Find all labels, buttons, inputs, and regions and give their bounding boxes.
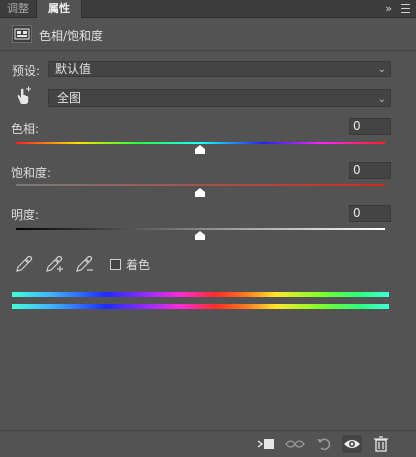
hamburger-menu-icon[interactable] xyxy=(401,4,410,13)
panel-title: 色相/饱和度 xyxy=(39,29,104,43)
tab-properties[interactable]: 属性 xyxy=(36,0,82,18)
chevron-down-icon: ⌄ xyxy=(377,64,386,75)
eyedropper-icon[interactable] xyxy=(14,254,34,274)
saturation-label: 饱和度: xyxy=(11,166,52,180)
channel-dropdown[interactable]: 全图 ⌄ xyxy=(48,89,391,107)
input-color-spectrum xyxy=(12,292,389,297)
colorize-checkbox[interactable] xyxy=(110,259,121,270)
colorize-label: 着色 xyxy=(126,258,151,272)
lightness-label: 明度: xyxy=(11,208,40,222)
saturation-track[interactable] xyxy=(16,184,385,186)
preset-value: 默认值 xyxy=(55,62,92,76)
panel-tab-bar: 调整 属性 » xyxy=(0,0,416,18)
double-chevron-right-icon[interactable]: » xyxy=(385,0,392,17)
hue-track[interactable] xyxy=(16,142,385,144)
saturation-value-input[interactable]: 0 xyxy=(349,162,391,179)
hue-value-input[interactable]: 0 xyxy=(349,118,391,135)
preset-label: 预设: xyxy=(12,64,41,78)
eyedropper-add-icon[interactable] xyxy=(44,254,64,274)
lightness-value-input[interactable]: 0 xyxy=(349,205,391,222)
chevron-down-icon: ⌄ xyxy=(377,94,386,105)
hue-saturation-adjustment-icon xyxy=(12,25,32,43)
eyedropper-subtract-icon[interactable] xyxy=(74,254,94,274)
clip-to-layer-icon[interactable] xyxy=(256,435,276,453)
hue-label: 色相: xyxy=(11,122,40,136)
trash-icon[interactable] xyxy=(371,435,391,453)
output-color-spectrum xyxy=(12,304,389,309)
preset-dropdown[interactable]: 默认值 ⌄ xyxy=(48,61,391,77)
reset-icon[interactable] xyxy=(314,435,334,453)
lightness-track[interactable] xyxy=(16,228,385,230)
visibility-eye-icon[interactable] xyxy=(342,435,362,453)
tab-adjustments[interactable]: 调整 xyxy=(2,0,34,17)
view-previous-state-icon[interactable] xyxy=(285,435,305,453)
targeted-adjustment-hand-icon[interactable] xyxy=(12,86,34,106)
channel-value: 全图 xyxy=(57,91,82,105)
